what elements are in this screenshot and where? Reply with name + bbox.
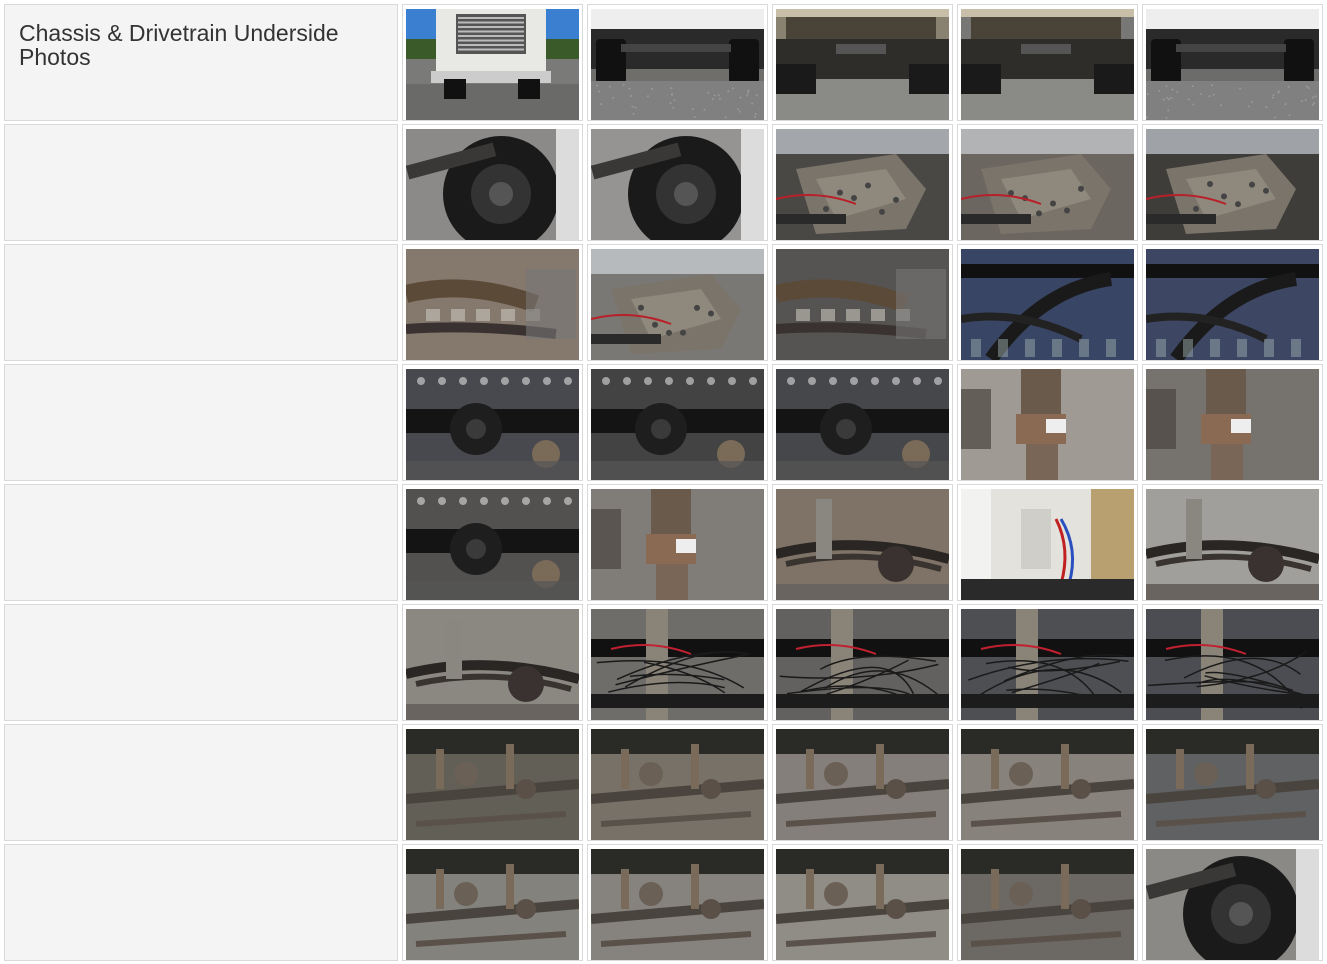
- front-suspension-link-photo[interactable]: [591, 729, 764, 840]
- spring-shackle-bolts-photo[interactable]: [961, 849, 1134, 960]
- interaxle-differential-photo[interactable]: [1146, 369, 1319, 480]
- section-label-cell: [4, 364, 398, 481]
- steering-linkage-wheel-photo[interactable]: [591, 129, 764, 240]
- transmission-underside-photo[interactable]: [776, 129, 949, 240]
- thumbnail-cell: [957, 604, 1138, 721]
- thumbnail-cell: [772, 244, 953, 361]
- differential-carrier-photo[interactable]: [776, 369, 949, 480]
- thumbnail-cell: [402, 364, 583, 481]
- thumbnail-cell: [957, 844, 1138, 961]
- rear-tyre-frame-photo[interactable]: [1146, 849, 1319, 960]
- driveshaft-coupling-photo[interactable]: [591, 249, 764, 360]
- driveshaft-tube-photo[interactable]: [776, 249, 949, 360]
- rear-differential-spring-photo[interactable]: [1146, 249, 1319, 360]
- front-wheel-hub-photo[interactable]: [406, 129, 579, 240]
- thumbnail-cell: [957, 364, 1138, 481]
- steering-drag-link-photo[interactable]: [961, 729, 1134, 840]
- thumbnail-cell: [772, 724, 953, 841]
- photo-row: [4, 604, 1325, 724]
- fluid-reservoir-wiring-photo[interactable]: [961, 609, 1134, 720]
- tie-rod-end-photo[interactable]: [776, 849, 949, 960]
- chassis-frame-rail-photo[interactable]: [591, 609, 764, 720]
- photo-row: [4, 364, 1325, 484]
- section-label-cell: [4, 844, 398, 961]
- section-label-cell: [4, 604, 398, 721]
- rear-suspension-rail-photo[interactable]: [406, 609, 579, 720]
- photo-row: Chassis & Drivetrain Underside Photos: [4, 4, 1325, 124]
- thumbnail-cell: [587, 364, 768, 481]
- thumbnail-cell: [587, 604, 768, 721]
- photo-row: [4, 484, 1325, 604]
- thumbnail-cell: [1142, 4, 1323, 121]
- thumbnail-cell: [957, 724, 1138, 841]
- section-title: Chassis & Drivetrain Underside Photos: [19, 20, 339, 70]
- gearbox-wiring-photo[interactable]: [1146, 129, 1319, 240]
- thumbnail-cell: [402, 484, 583, 601]
- thumbnail-cell: [1142, 724, 1323, 841]
- gearbox-casing-photo[interactable]: [961, 129, 1134, 240]
- thumbnail-cell: [1142, 844, 1323, 961]
- thumbnail-cell: [772, 844, 953, 961]
- battery-box-cables-photo[interactable]: [776, 609, 949, 720]
- universal-joint-photo[interactable]: [961, 369, 1134, 480]
- thumbnail-cell: [402, 724, 583, 841]
- thumbnail-cell: [402, 604, 583, 721]
- front-steering-box-photo[interactable]: [406, 729, 579, 840]
- photo-grid: Chassis & Drivetrain Underside Photos: [4, 4, 1325, 964]
- thumbnail-cell: [772, 484, 953, 601]
- front-crossmember-photo[interactable]: [776, 9, 949, 120]
- photo-row: [4, 724, 1325, 844]
- exhaust-pipe-section-photo[interactable]: [406, 249, 579, 360]
- rear-differential-housing-photo[interactable]: [591, 489, 764, 600]
- thumbnail-cell: [957, 244, 1138, 361]
- front-axle-beam-photo[interactable]: [776, 729, 949, 840]
- thumbnail-cell: [1142, 484, 1323, 601]
- front-axle-spring-photo[interactable]: [406, 849, 579, 960]
- section-label-cell: [4, 124, 398, 241]
- brake-chamber-photo[interactable]: [591, 849, 764, 960]
- thumbnail-cell: [402, 124, 583, 241]
- rear-axle-housing-photo[interactable]: [406, 369, 579, 480]
- thumbnail-cell: [1142, 244, 1323, 361]
- front-axle-low-angle-photo[interactable]: [591, 9, 764, 120]
- truck-front-bumper-photo[interactable]: [406, 9, 579, 120]
- section-label-cell: [4, 724, 398, 841]
- photo-row: [4, 244, 1325, 364]
- propshaft-center-bearing-photo[interactable]: [591, 369, 764, 480]
- thumbnail-cell: [402, 844, 583, 961]
- leaf-spring-shock-photo[interactable]: [776, 489, 949, 600]
- thumbnail-cell: [772, 364, 953, 481]
- photo-row: [4, 124, 1325, 244]
- frame-wiring-harness-photo[interactable]: [1146, 609, 1319, 720]
- thumbnail-cell: [1142, 604, 1323, 721]
- rear-differential-frame-photo[interactable]: [961, 249, 1134, 360]
- section-label-cell: [4, 484, 398, 601]
- thumbnail-cell: [957, 484, 1138, 601]
- thumbnail-cell: [587, 244, 768, 361]
- thumbnail-cell: [587, 4, 768, 121]
- section-label-cell: [4, 244, 398, 361]
- thumbnail-cell: [587, 844, 768, 961]
- thumbnail-cell: [957, 124, 1138, 241]
- thumbnail-cell: [772, 604, 953, 721]
- photo-row: [4, 844, 1325, 964]
- thumbnail-cell: [957, 4, 1138, 121]
- thumbnail-cell: [772, 4, 953, 121]
- thumbnail-cell: [402, 244, 583, 361]
- front-sway-bar-photo[interactable]: [1146, 729, 1319, 840]
- chassis-rail-side-photo[interactable]: [1146, 489, 1319, 600]
- thumbnail-cell: [772, 124, 953, 241]
- section-label-cell: Chassis & Drivetrain Underside Photos: [4, 4, 398, 121]
- thumbnail-cell: [587, 124, 768, 241]
- thumbnail-cell: [587, 724, 768, 841]
- differential-pinion-photo[interactable]: [406, 489, 579, 600]
- rear-tandem-axle-photo[interactable]: [1146, 9, 1319, 120]
- rear-chassis-crossmember-photo[interactable]: [961, 9, 1134, 120]
- thumbnail-cell: [587, 484, 768, 601]
- cab-rear-airlines-photo[interactable]: [961, 489, 1134, 600]
- thumbnail-cell: [402, 4, 583, 121]
- thumbnail-cell: [1142, 124, 1323, 241]
- thumbnail-cell: [1142, 364, 1323, 481]
